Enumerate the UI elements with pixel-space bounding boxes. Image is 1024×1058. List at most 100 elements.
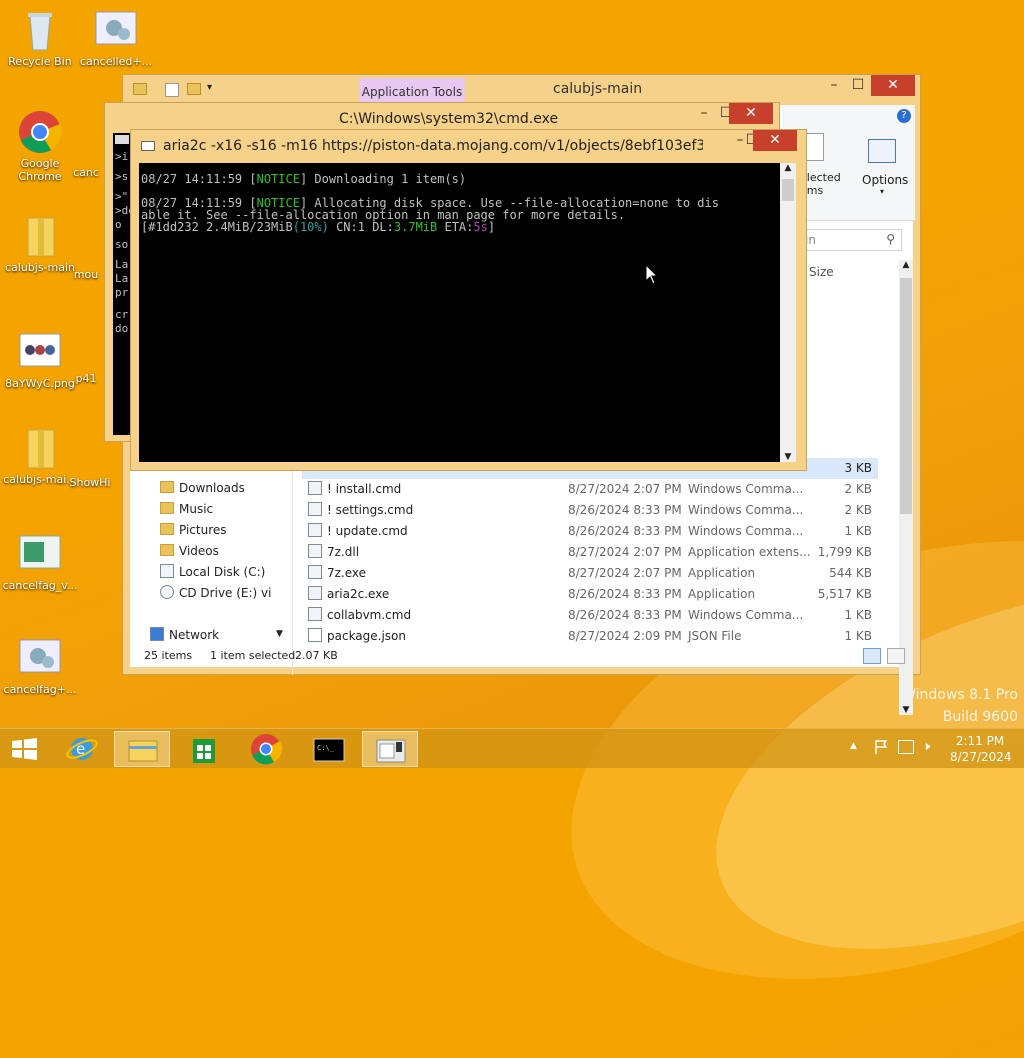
desktop-icon-calubjs-main[interactable]: calubjs-main <box>0 214 80 274</box>
internet-explorer-icon: e <box>66 738 98 760</box>
exe-file-icon <box>308 565 322 579</box>
taskbar-store[interactable] <box>176 731 232 767</box>
options-button[interactable]: Options <box>862 173 908 187</box>
table-row[interactable]: collabvm.cmd 8/26/2024 8:33 PM Windows Com… <box>302 605 878 626</box>
nav-item-videos[interactable]: Videos <box>160 541 219 562</box>
desktop-icon-cancelfag[interactable]: cancelfag+... <box>0 636 80 696</box>
progress-line: [#1dd232 2.4MiB/23MiB(10%) CN:1 DL:3.7Mi… <box>141 220 496 234</box>
taskbar: e C:\_ ▲ 🕨 2:11 PM 8/27/2024 <box>0 728 1024 768</box>
store-icon <box>193 739 215 763</box>
image-file-icon <box>18 330 62 374</box>
nav-item-network[interactable]: Network <box>150 625 219 646</box>
taskbar-chrome[interactable] <box>238 731 294 767</box>
notice-tag: NOTICE <box>256 172 300 186</box>
window-file-icon <box>18 532 62 576</box>
clock[interactable]: 2:11 PM 8/27/2024 <box>950 733 1012 765</box>
taskbar-cmd[interactable]: C:\_ <box>300 731 356 767</box>
cd-icon <box>160 585 174 599</box>
large-icons-view-icon[interactable] <box>887 648 905 664</box>
desktop-partial-label: p41 <box>75 372 97 385</box>
chrome-icon <box>18 110 62 154</box>
mouse-cursor <box>645 263 659 288</box>
scrollbar-thumb[interactable] <box>782 179 794 201</box>
explorer-titlebar[interactable]: ▾ Application Tools calubjs-main – ☐ ✕ <box>123 75 920 106</box>
volume-muted-icon[interactable]: 🕨 <box>922 739 930 754</box>
taskbar-internet-explorer[interactable]: e <box>56 731 112 767</box>
json-file-icon <box>308 628 322 642</box>
scrollbar-thumb[interactable] <box>900 278 912 514</box>
settings-file-icon <box>18 636 62 680</box>
details-view-icon[interactable] <box>863 648 881 664</box>
nav-item-local-disk[interactable]: Local Disk (C:) <box>160 562 265 583</box>
folder-icon <box>160 502 174 514</box>
desktop-partial-label: ShowHi <box>69 476 111 489</box>
close-button[interactable]: ✕ <box>871 75 915 96</box>
search-icon: ⚲ <box>886 232 895 246</box>
network-icon[interactable] <box>898 740 914 754</box>
cmd-icon <box>115 135 129 144</box>
zip-folder-icon <box>18 214 62 258</box>
settings-file-icon <box>94 8 138 52</box>
chevron-down-icon[interactable]: ▾ <box>880 187 884 196</box>
desktop-icon-recycle-bin[interactable]: Recycle Bin <box>0 8 80 68</box>
properties-icon[interactable] <box>165 83 179 97</box>
help-icon[interactable]: ? <box>897 109 911 123</box>
cmd-titlebar[interactable]: C:\Windows\system32\cmd.exe – ☐ ✕ <box>105 103 779 131</box>
windows-logo-icon <box>12 738 37 760</box>
table-row[interactable]: 7z.exe 8/27/2024 2:07 PM Application 544 KB <box>302 563 878 584</box>
table-row[interactable]: ! install.cmd 8/27/2024 2:07 PM Windows Co… <box>302 479 878 500</box>
console-line: 08/27 14:11:59 [NOTICE] Downloading 1 it… <box>141 172 467 186</box>
aria2c-window[interactable]: aria2c -x16 -s16 -m16 https://piston-dat… <box>130 129 807 471</box>
file-explorer-icon <box>128 740 158 762</box>
close-button[interactable]: ✕ <box>753 130 797 151</box>
desktop-partial-label: mou <box>73 268 99 281</box>
show-hidden-icons-icon[interactable]: ▲ <box>850 741 857 751</box>
taskbar-file-explorer[interactable] <box>114 731 170 767</box>
table-row[interactable]: ! settings.cmd 8/26/2024 8:33 PM Windows C… <box>302 500 878 521</box>
nav-item-cd-drive[interactable]: CD Drive (E:) virti <box>160 583 272 604</box>
window-title: calubjs-main <box>553 81 643 97</box>
folder-icon <box>133 83 147 95</box>
desktop-icon-cancelled[interactable]: cancelled+... <box>76 8 156 68</box>
zip-folder-icon <box>18 426 62 470</box>
nav-scroll-down[interactable]: ▼ <box>276 629 283 639</box>
folder-icon <box>160 544 174 556</box>
table-row[interactable]: 7z.dll 8/27/2024 2:07 PM Application exten… <box>302 542 878 563</box>
search-input[interactable]: in ⚲ <box>800 229 902 251</box>
nav-item-music[interactable]: Music <box>160 499 213 520</box>
drive-icon <box>160 564 174 578</box>
window-app-icon <box>376 739 406 763</box>
cmd-file-icon <box>308 502 322 516</box>
column-header-size[interactable]: Size <box>809 265 834 279</box>
command-prompt-icon: C:\_ <box>313 738 345 762</box>
action-center-flag-icon[interactable] <box>874 739 888 755</box>
pane-divider <box>292 465 293 675</box>
aria2c-titlebar[interactable]: aria2c -x16 -s16 -m16 https://piston-dat… <box>131 130 806 160</box>
cmd-file-icon <box>308 523 322 537</box>
dll-file-icon <box>308 544 322 558</box>
nav-item-pictures[interactable]: Pictures <box>160 520 227 541</box>
new-folder-icon[interactable] <box>187 83 201 95</box>
windows-watermark: Windows 8.1 Pro Build 9600 <box>902 687 1018 725</box>
start-button[interactable] <box>0 731 50 767</box>
chrome-icon <box>251 734 283 765</box>
table-row[interactable]: ! update.cmd 8/26/2024 8:33 PM Windows Com… <box>302 521 878 542</box>
customize-quick-access-icon[interactable]: ▾ <box>207 82 212 93</box>
svg-text:C:\_: C:\_ <box>317 744 335 752</box>
console-scrollbar[interactable]: ▲ ▼ <box>780 163 796 462</box>
desktop-icon-cancelfag-v[interactable]: cancelfag_v... <box>0 532 80 592</box>
folder-icon <box>160 523 174 535</box>
select-icon <box>806 133 824 161</box>
desktop-partial-label: canc <box>73 166 99 179</box>
folder-icon <box>160 481 174 493</box>
network-icon <box>150 627 164 641</box>
console-icon <box>141 141 155 151</box>
nav-item-downloads[interactable]: Downloads <box>160 478 245 499</box>
table-row[interactable]: aria2c.exe 8/26/2024 8:33 PM Application 5,… <box>302 584 878 605</box>
exe-file-icon <box>308 586 322 600</box>
table-row[interactable]: package.json 8/27/2024 2:09 PM JSON File 1 … <box>302 626 878 647</box>
taskbar-aria2c[interactable] <box>362 731 418 767</box>
close-button[interactable]: ✕ <box>729 103 773 124</box>
aria2c-console[interactable]: 08/27 14:11:59 [NOTICE] Downloading 1 it… <box>139 163 796 462</box>
cmd-file-icon <box>308 607 322 621</box>
